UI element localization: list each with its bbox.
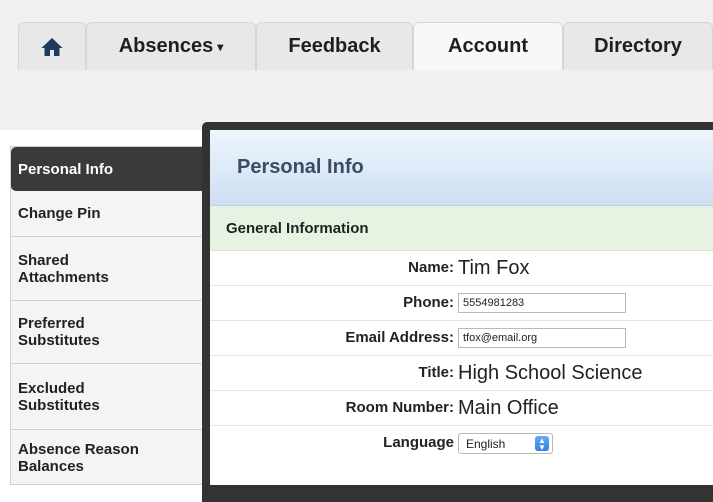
language-select[interactable]: English ▲ ▼ [458,433,553,454]
tab-feedback-label: Feedback [288,35,381,57]
name-row: Name: Tim Fox [210,251,713,286]
sidebar-item-label: Excluded Substitutes [18,379,100,414]
account-sidebar: Personal Info Change Pin Shared Attachme… [10,146,202,485]
chevron-down-icon: ▾ [217,39,224,54]
title-value: High School Science [458,362,643,384]
personal-info-panel: Personal Info General Information Name: … [210,130,713,485]
sidebar-item-label: Preferred Substitutes [18,315,100,349]
language-row: Language English ▲ ▼ [210,426,713,461]
home-icon [41,37,63,56]
sidebar-item-label: Personal Info [18,160,114,178]
room-number-value: Main Office [458,397,559,419]
tab-account-label: Account [448,35,528,57]
tab-directory-label: Directory [594,35,682,57]
page-title: Personal Info [237,156,364,178]
room-number-label: Room Number: [345,399,454,416]
sidebar-item-excluded-substitutes[interactable]: Excluded Substitutes [11,364,202,430]
sidebar-item-shared-attachments[interactable]: Shared Attachments [11,237,202,301]
tab-absences-label: Absences [118,35,214,57]
sidebar-item-personal-info[interactable]: Personal Info [11,147,202,191]
language-label: Language [383,434,454,451]
tab-absences[interactable]: Absences ▾ [86,22,256,70]
room-number-row: Room Number: Main Office [210,391,713,426]
section-title: General Information [226,220,369,237]
title-row: Title: High School Science [210,356,713,391]
email-label: Email Address: [345,329,454,346]
tab-feedback[interactable]: Feedback [256,22,413,70]
phone-field[interactable] [458,293,626,313]
sidebar-item-preferred-substitutes[interactable]: Preferred Substitutes [11,301,202,364]
name-label: Name: [408,259,454,276]
tab-account[interactable]: Account [413,22,563,70]
main-nav-tabs: Absences ▾ Feedback Account Directory [18,22,713,70]
title-label: Title: [418,364,454,381]
select-arrows-icon: ▲ ▼ [535,436,549,451]
sidebar-item-label: Change Pin [18,205,101,222]
general-information-header: General Information [210,206,713,251]
sidebar-item-label: Shared Attachments [18,251,109,286]
phone-label: Phone: [403,294,454,311]
sidebar-item-absence-reason-balances[interactable]: Absence Reason Balances [11,430,202,486]
sidebar-item-change-pin[interactable]: Change Pin [11,191,202,237]
name-value: Tim Fox [458,257,530,279]
email-row: Email Address: [210,321,713,356]
language-select-value: English [466,436,506,451]
tab-directory[interactable]: Directory [563,22,713,70]
panel-header: Personal Info [210,130,713,206]
email-field[interactable] [458,328,626,348]
sidebar-item-label: Absence Reason Balances [18,441,139,475]
phone-row: Phone: [210,286,713,321]
tab-home[interactable] [18,22,86,70]
